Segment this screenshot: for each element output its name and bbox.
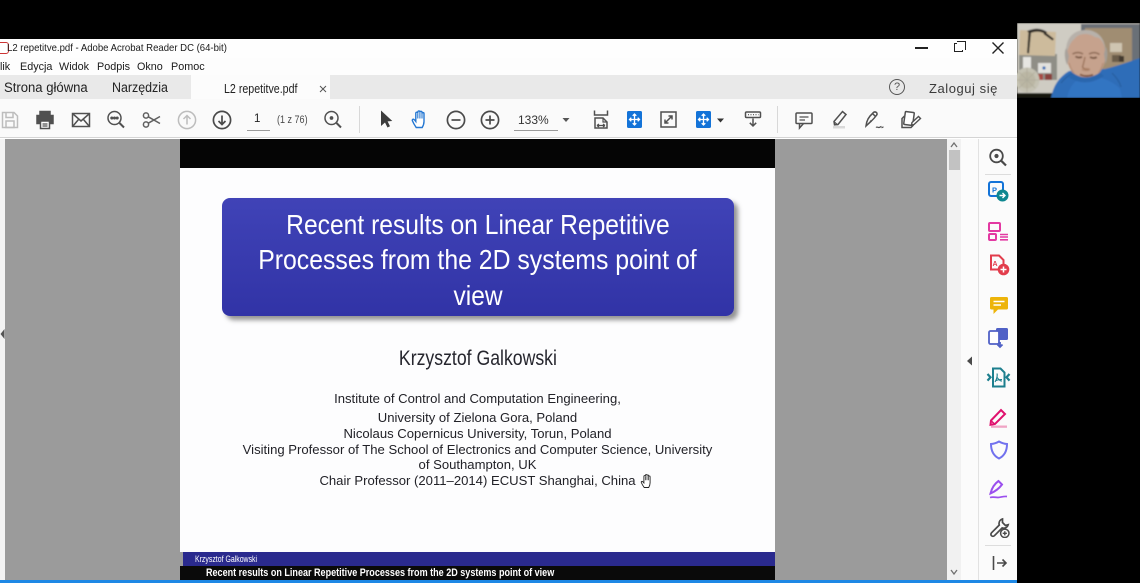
- svg-text:P: P: [992, 186, 997, 195]
- svg-text:A: A: [993, 261, 998, 268]
